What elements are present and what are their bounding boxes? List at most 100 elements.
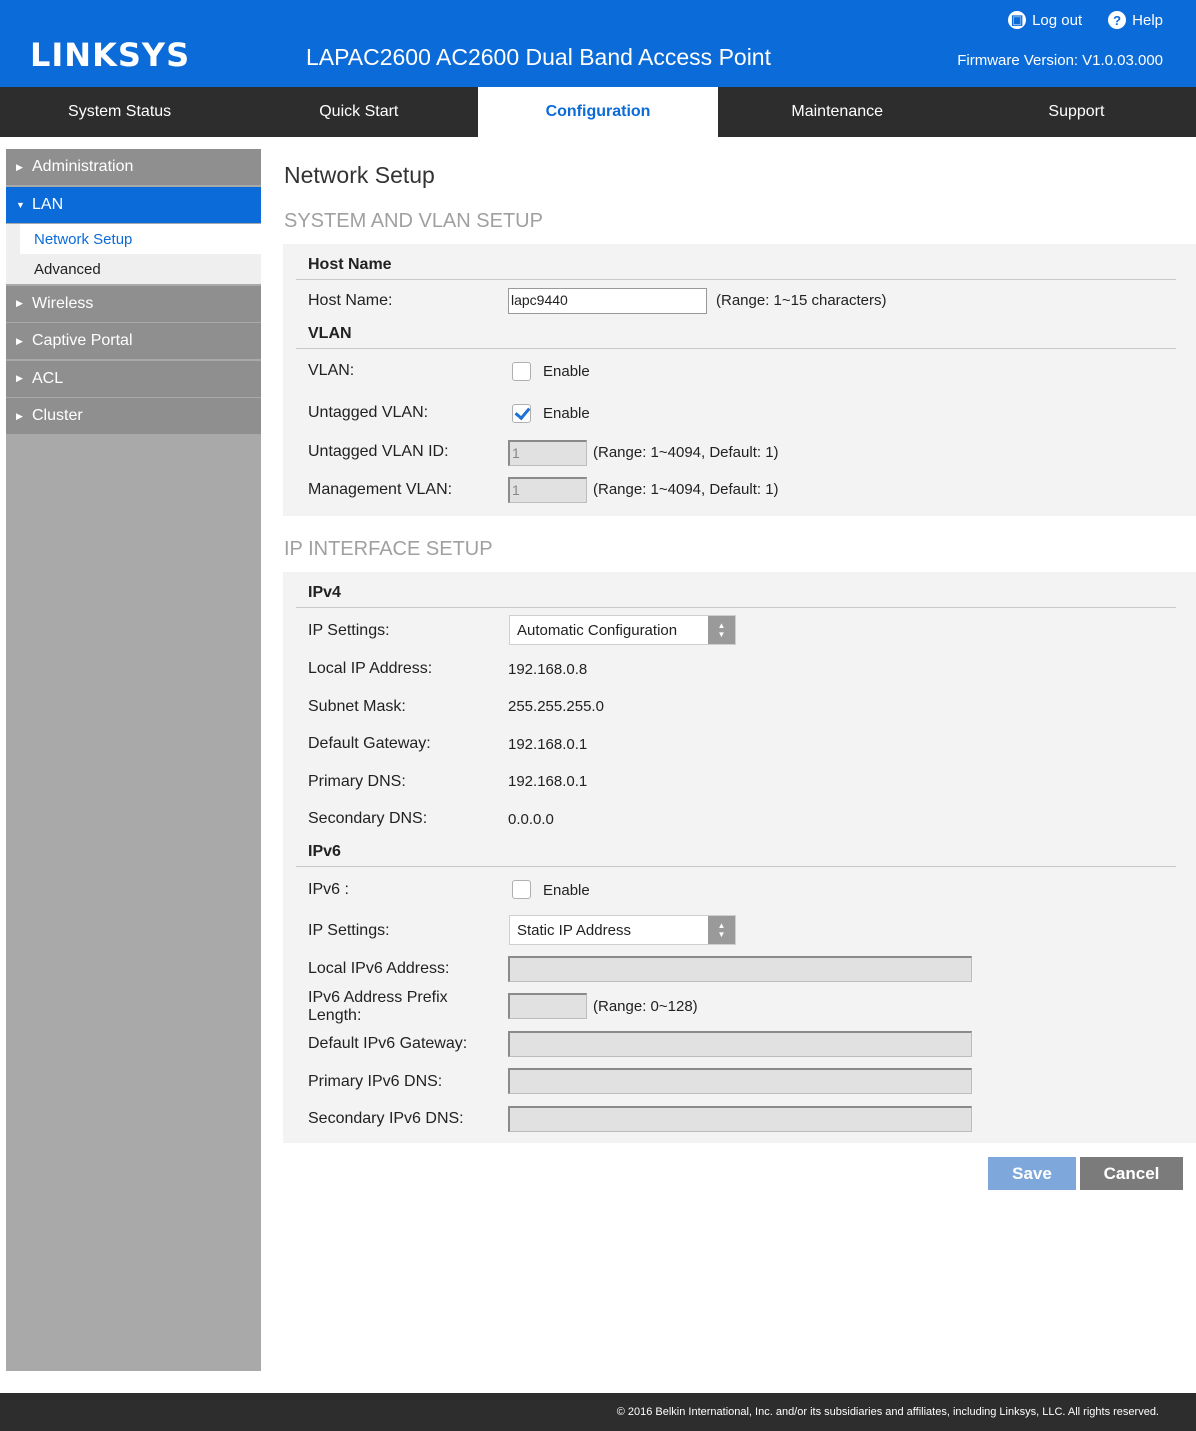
- primary-ipv6-dns-label: Primary IPv6 DNS:: [308, 1073, 443, 1090]
- ipv4-settings-value: Automatic Configuration: [517, 622, 678, 639]
- sidebar-item-label: Cluster: [32, 407, 83, 424]
- ipv6-prefix-range-note: (Range: 0~128): [593, 998, 698, 1015]
- ipv6-settings-value: Static IP Address: [517, 922, 631, 939]
- sidebar-item-label: Captive Portal: [32, 332, 133, 349]
- sidebar-item-captive-portal[interactable]: ▶ Captive Portal: [6, 323, 261, 359]
- save-button[interactable]: Save: [988, 1157, 1076, 1190]
- secondary-dns-label: Secondary DNS:: [308, 810, 428, 827]
- management-vlan-label: Management VLAN:: [308, 481, 453, 498]
- copyright-text: © 2016 Belkin International, Inc. and/or…: [616, 1406, 1159, 1418]
- linksys-logo: LINKSYS: [30, 36, 191, 74]
- cancel-button[interactable]: Cancel: [1080, 1157, 1183, 1190]
- default-gateway-label: Default Gateway:: [308, 735, 431, 752]
- system-vlan-panel: Host Name Host Name: lapc9440 (Range: 1~…: [283, 244, 1196, 516]
- ipv6-prefix-label-line2: Length:: [308, 1007, 362, 1024]
- sidebar-subitem-network-setup[interactable]: Network Setup: [6, 224, 261, 254]
- ipv6-settings-select[interactable]: Static IP Address ▲ ▼: [509, 915, 736, 945]
- secondary-ipv6-dns-label: Secondary IPv6 DNS:: [308, 1110, 464, 1127]
- sidebar-item-wireless[interactable]: ▶ Wireless: [6, 285, 261, 322]
- tab-support[interactable]: Support: [957, 87, 1196, 137]
- management-vlan-input[interactable]: 1: [508, 477, 587, 503]
- ipv6-enable-checkbox[interactable]: [512, 880, 531, 899]
- sidebar-item-lan[interactable]: ▼ LAN: [6, 186, 261, 223]
- triangle-right-icon: ▶: [16, 410, 23, 421]
- vlan-enable-label: Enable: [543, 363, 590, 380]
- sidebar-item-administration[interactable]: ▶ Administration: [6, 149, 261, 185]
- untagged-vlan-id-range-note: (Range: 1~4094, Default: 1): [593, 444, 779, 461]
- ipv4-settings-label: IP Settings:: [308, 622, 390, 639]
- group-title-host-name: Host Name: [308, 256, 392, 273]
- divider: [296, 607, 1176, 608]
- ipv6-prefix-label: IPv6 Address Prefix Length:: [308, 989, 448, 1025]
- section-title-ip-interface: IP INTERFACE SETUP: [284, 538, 493, 560]
- management-vlan-range-note: (Range: 1~4094, Default: 1): [593, 481, 779, 498]
- untagged-vlan-id-label: Untagged VLAN ID:: [308, 443, 449, 460]
- tab-quick-start[interactable]: Quick Start: [239, 87, 478, 137]
- vlan-label: VLAN:: [308, 362, 355, 379]
- tab-configuration[interactable]: Configuration: [478, 87, 718, 137]
- untagged-vlan-id-input[interactable]: 1: [508, 440, 587, 466]
- header: LINKSYS LAPAC2600 AC2600 Dual Band Acces…: [0, 0, 1196, 87]
- default-gateway-value: 192.168.0.1: [508, 736, 588, 753]
- secondary-ipv6-dns-input[interactable]: [508, 1106, 972, 1132]
- help-label: Help: [1132, 11, 1163, 29]
- ipv6-prefix-input[interactable]: [508, 993, 587, 1019]
- sidebar-item-label: Wireless: [32, 294, 94, 312]
- help-link[interactable]: ? Help: [1108, 11, 1163, 29]
- primary-ipv6-dns-input[interactable]: [508, 1068, 972, 1094]
- top-links: ▣ Log out ? Help: [1008, 11, 1163, 29]
- logout-link[interactable]: ▣ Log out: [1008, 11, 1082, 29]
- logout-label: Log out: [1032, 11, 1083, 29]
- sidebar-item-label: ACL: [32, 369, 64, 387]
- triangle-right-icon: ▶: [16, 161, 23, 172]
- local-ip-value: 192.168.0.8: [508, 661, 588, 678]
- local-ip-label: Local IP Address:: [308, 660, 433, 677]
- tab-system-status[interactable]: System Status: [0, 87, 239, 137]
- group-title-ipv6: IPv6: [308, 843, 341, 860]
- default-ipv6-gateway-input[interactable]: [508, 1031, 972, 1057]
- divider: [296, 866, 1176, 867]
- firmware-value: V1.0.03.000: [1082, 52, 1163, 69]
- subnet-mask-value: 255.255.255.0: [508, 698, 604, 715]
- default-ipv6-gateway-label: Default IPv6 Gateway:: [308, 1035, 468, 1052]
- ipv6-prefix-label-line1: IPv6 Address Prefix: [308, 989, 448, 1006]
- ipv4-settings-select[interactable]: Automatic Configuration ▲ ▼: [509, 615, 736, 645]
- group-title-vlan: VLAN: [308, 325, 352, 342]
- host-name-input[interactable]: lapc9440: [508, 288, 707, 314]
- product-title: LAPAC2600 AC2600 Dual Band Access Point: [306, 44, 771, 70]
- tab-maintenance[interactable]: Maintenance: [718, 87, 957, 137]
- spinner-arrows-icon: ▲ ▼: [708, 616, 735, 644]
- lan-submenu: Network Setup Advanced: [6, 224, 261, 284]
- local-ipv6-label: Local IPv6 Address:: [308, 960, 450, 977]
- subnet-mask-label: Subnet Mask:: [308, 698, 406, 715]
- host-name-label: Host Name:: [308, 292, 393, 309]
- group-title-ipv4: IPv4: [308, 584, 341, 601]
- triangle-down-icon: ▼: [16, 199, 25, 210]
- help-icon: ?: [1108, 11, 1127, 29]
- firmware-label: Firmware Version:: [957, 52, 1079, 69]
- primary-dns-label: Primary DNS:: [308, 773, 406, 790]
- page-title: Network Setup: [284, 162, 435, 188]
- untagged-vlan-enable-label: Enable: [543, 405, 590, 422]
- secondary-dns-value: 0.0.0.0: [508, 811, 554, 828]
- ipv6-label: IPv6 :: [308, 881, 349, 898]
- host-name-range-note: (Range: 1~15 characters): [716, 292, 887, 309]
- section-title-system-vlan: SYSTEM AND VLAN SETUP: [284, 210, 543, 232]
- firmware-version: Firmware Version: V1.0.03.000: [953, 52, 1163, 69]
- untagged-vlan-label: Untagged VLAN:: [308, 404, 429, 421]
- spinner-arrows-icon: ▲ ▼: [708, 916, 735, 944]
- sidebar-item-acl[interactable]: ▶ ACL: [6, 360, 261, 397]
- triangle-right-icon: ▶: [16, 335, 23, 346]
- vlan-enable-checkbox[interactable]: [512, 362, 531, 381]
- triangle-right-icon: ▶: [16, 298, 23, 308]
- sidebar-subitem-advanced[interactable]: Advanced: [6, 254, 261, 284]
- local-ipv6-input[interactable]: [508, 956, 972, 982]
- sidebar-item-label: Administration: [32, 158, 134, 175]
- sidebar-item-label: LAN: [32, 195, 64, 213]
- untagged-vlan-enable-checkbox[interactable]: [512, 404, 531, 423]
- sidebar-item-cluster[interactable]: ▶ Cluster: [6, 398, 261, 434]
- primary-dns-value: 192.168.0.1: [508, 773, 588, 790]
- lock-icon: ▣: [1008, 11, 1027, 29]
- ip-interface-panel: IPv4 IP Settings: Automatic Configuratio…: [283, 572, 1196, 1143]
- main-nav: System Status Quick Start Configuration …: [0, 87, 1196, 137]
